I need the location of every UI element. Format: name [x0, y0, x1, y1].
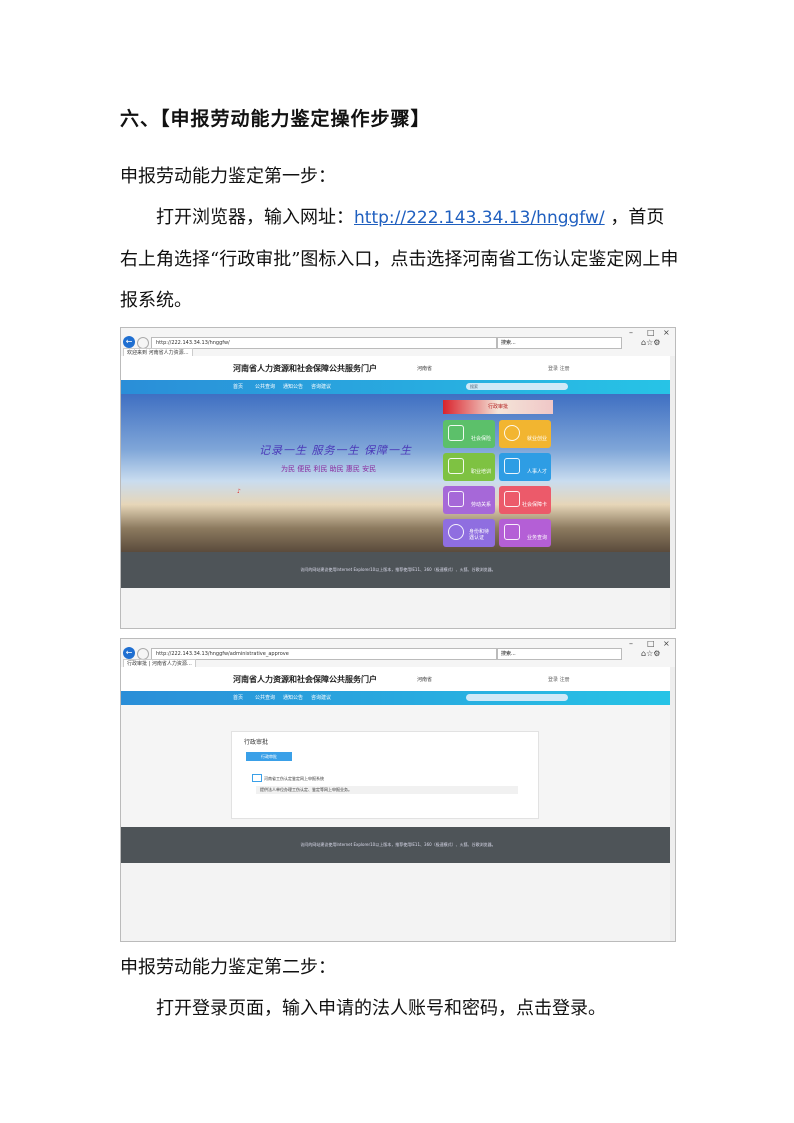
shield-icon: [448, 524, 464, 540]
empty-area: [121, 863, 675, 941]
nav-public-query[interactable]: 公共查询: [255, 694, 275, 701]
tile-social-insurance[interactable]: 社会保险: [443, 420, 495, 448]
nav-notices[interactable]: 通知公告: [283, 694, 303, 701]
portal-nav: 首页 公共查询 通知公告 咨询建议 搜索: [121, 380, 675, 394]
tile-identity-certification[interactable]: 身份和待遇认证: [443, 519, 495, 547]
address-bar[interactable]: http://222.143.34.13/hnggfw/administrati…: [151, 648, 497, 660]
portal-search-input[interactable]: [466, 694, 568, 701]
portal-title: 河南省人力资源和社会保障公共服务门户: [233, 675, 377, 684]
back-arrow-icon[interactable]: ←: [123, 336, 135, 348]
screenshot-approval-page: ← http://222.143.34.13/hnggfw/administra…: [120, 638, 676, 942]
tile-business-query[interactable]: 业务查询: [499, 519, 551, 547]
monitor-icon: [252, 774, 262, 782]
tile-social-security-card[interactable]: 社会保障卡: [499, 486, 551, 514]
region-selector[interactable]: 河南省: [417, 676, 432, 683]
nav-advice[interactable]: 咨询建议: [311, 383, 331, 390]
minimize-icon[interactable]: –: [629, 328, 633, 337]
minimize-icon[interactable]: –: [629, 639, 633, 648]
close-icon[interactable]: ×: [663, 328, 670, 337]
portal-nav: 首页 公共查询 通知公告 咨询建议: [121, 691, 675, 705]
browser-toolbar: ← http://222.143.34.13/hnggfw/administra…: [121, 639, 675, 668]
empty-area: [121, 588, 675, 628]
scrollbar[interactable]: [670, 667, 675, 941]
nav-notices[interactable]: 通知公告: [283, 383, 303, 390]
nav-home[interactable]: 首页: [233, 383, 243, 390]
maximize-icon[interactable]: □: [647, 639, 655, 648]
document-search-icon: [504, 524, 520, 540]
browser-search-input[interactable]: 搜索...: [497, 648, 622, 660]
tile-employment[interactable]: 就业创业: [499, 420, 551, 448]
scrollbar[interactable]: [670, 356, 675, 628]
maximize-icon[interactable]: □: [647, 328, 655, 337]
panel-title: 行政审批: [244, 739, 269, 746]
system-description: 提供法人单位办理工伤认定、鉴定等网上申报业务。: [256, 786, 518, 794]
back-arrow-icon[interactable]: ←: [123, 647, 135, 659]
certificate-icon: [448, 458, 464, 474]
speaker-icon[interactable]: ♪: [237, 488, 241, 495]
step1-instructions: 打开浏览器，输入网址：http://222.143.34.13/hnggfw/ …: [120, 197, 680, 321]
login-register-links[interactable]: 登录 注册: [548, 676, 570, 683]
panel-tab-approval[interactable]: 行政审批: [246, 752, 292, 761]
portal-banner: 记录一生 服务一生 保障一生 为民 便民 利民 助民 惠民 安民 ♪ 行政审批 …: [121, 394, 675, 552]
clock-icon: [504, 425, 520, 441]
screenshot-portal-home: ← http://222.143.34.13/hnggfw/ 搜索... – □…: [120, 327, 676, 629]
step2-title: 申报劳动能力鉴定第二步：: [120, 957, 336, 978]
step1-title: 申报劳动能力鉴定第一步：: [120, 166, 336, 187]
banner-subslogan: 为民 便民 利民 助民 惠民 安民: [281, 465, 377, 473]
portal-header: 河南省人力资源和社会保障公共服务门户 河南省 登录 注册: [121, 356, 675, 380]
person-card-icon: [504, 458, 520, 474]
portal-footer: 访问的网站建议使用Internet Explorer10以上版本，推荐使用IE1…: [121, 552, 675, 588]
administrative-approval-button[interactable]: 行政审批: [443, 400, 553, 414]
region-selector[interactable]: 河南省: [417, 365, 432, 372]
close-icon[interactable]: ×: [663, 639, 670, 648]
browser-toolbar: ← http://222.143.34.13/hnggfw/ 搜索... – □…: [121, 328, 675, 357]
tile-training[interactable]: 职业培训: [443, 453, 495, 481]
address-bar[interactable]: http://222.143.34.13/hnggfw/: [151, 337, 497, 349]
nav-advice[interactable]: 咨询建议: [311, 694, 331, 701]
tile-talent[interactable]: 人事人才: [499, 453, 551, 481]
login-register-links[interactable]: 登录 注册: [548, 365, 570, 372]
banner-slogan: 记录一生 服务一生 保障一生: [259, 444, 412, 457]
step2-instructions: 打开登录页面，输入申请的法人账号和密码，点击登录。: [156, 998, 606, 1019]
approval-panel: 行政审批 行政审批 河南省工伤认定鉴定网上申报系统 提供法人单位办理工伤认定、鉴…: [231, 731, 539, 819]
browser-search-input[interactable]: 搜索...: [497, 337, 622, 349]
home-star-gear-icons[interactable]: ⌂☆⚙: [641, 338, 660, 347]
card-icon: [504, 491, 520, 507]
grid-icon: [448, 491, 464, 507]
nav-home[interactable]: 首页: [233, 694, 243, 701]
work-injury-system-link[interactable]: 河南省工伤认定鉴定网上申报系统: [264, 776, 324, 782]
portal-title: 河南省人力资源和社会保障公共服务门户: [233, 364, 377, 373]
portal-header: 河南省人力资源和社会保障公共服务门户 河南省 登录 注册: [121, 667, 675, 691]
step1-text-before: 打开浏览器，输入网址：: [156, 207, 354, 228]
handshake-icon: [448, 425, 464, 441]
portal-url-link[interactable]: http://222.143.34.13/hnggfw/: [354, 208, 605, 228]
portal-footer: 访问的网站建议使用Internet Explorer10以上版本，推荐使用IE1…: [121, 827, 675, 863]
portal-search-input[interactable]: 搜索: [466, 383, 568, 390]
home-star-gear-icons[interactable]: ⌂☆⚙: [641, 649, 660, 658]
nav-public-query[interactable]: 公共查询: [255, 383, 275, 390]
tile-labor-relations[interactable]: 劳动关系: [443, 486, 495, 514]
section-heading: 六、【申报劳动能力鉴定操作步骤】: [120, 108, 431, 130]
